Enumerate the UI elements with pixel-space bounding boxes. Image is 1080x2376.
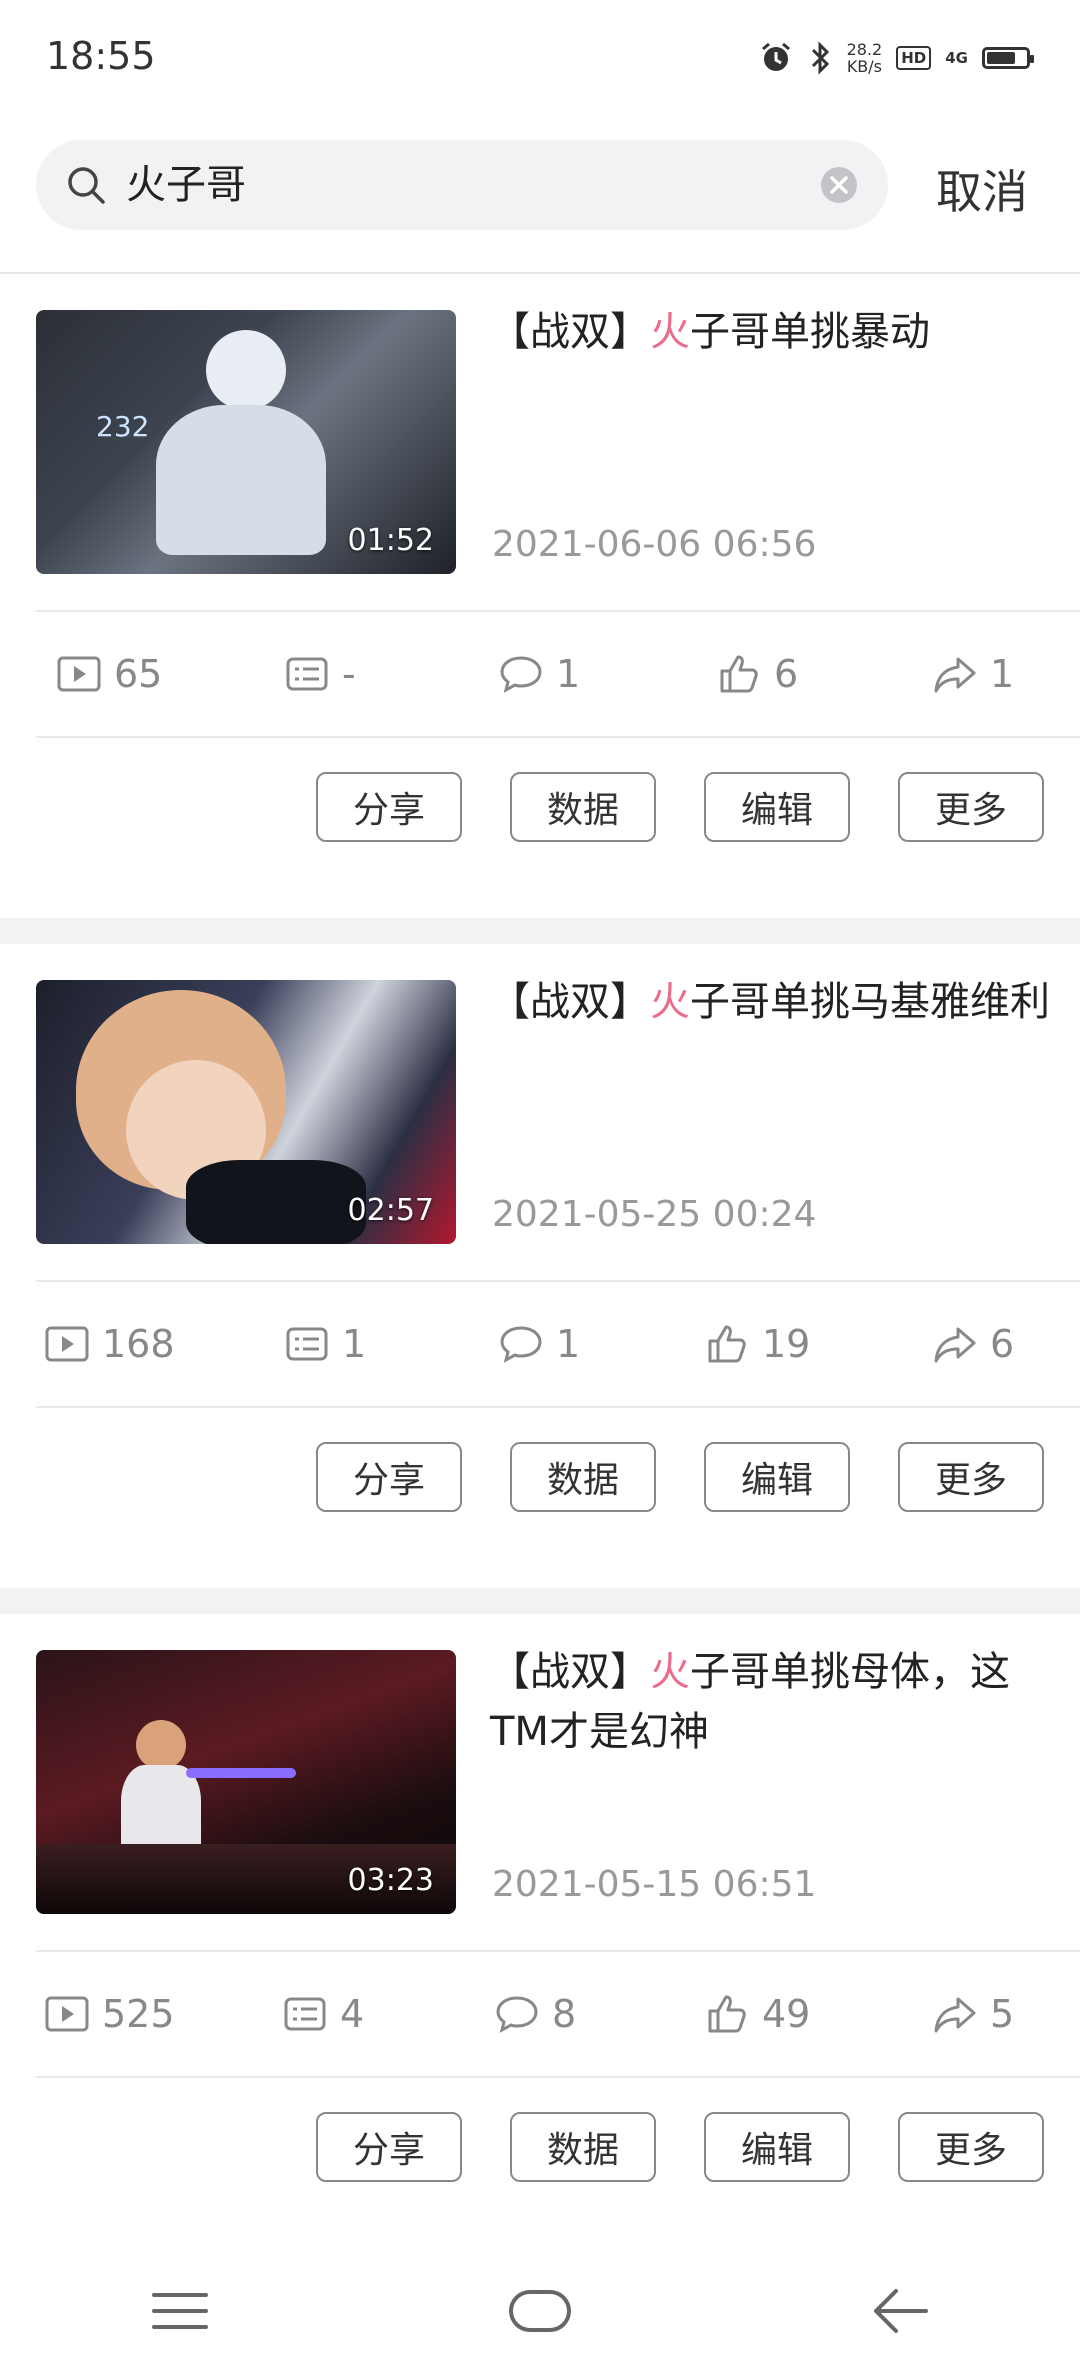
home-button[interactable]	[480, 2271, 600, 2351]
menu-button[interactable]	[120, 2271, 240, 2351]
cancel-button[interactable]: 取消	[936, 156, 1028, 222]
search-query[interactable]: 火子哥	[126, 160, 246, 210]
like-count: 19	[704, 1282, 810, 1406]
more-button[interactable]: 更多	[898, 772, 1044, 842]
share-button[interactable]: 分享	[316, 1442, 462, 1512]
video-stats: 168 1 1 19 6	[36, 1282, 1044, 1406]
video-actions: 分享 数据 编辑 更多	[316, 1442, 1044, 1512]
like-icon	[708, 1995, 746, 2033]
video-card[interactable]: 02:57 【战双】火子哥单挑马基雅维利 2021-05-25 00:24 16…	[0, 944, 1080, 1588]
play-count: 525	[44, 1952, 175, 2076]
video-title[interactable]: 【战双】火子哥单挑暴动	[490, 302, 1050, 362]
signal-4g: 4G	[945, 49, 968, 67]
divider	[36, 1406, 1080, 1408]
video-actions: 分享 数据 编辑 更多	[316, 772, 1044, 842]
edit-button[interactable]: 编辑	[704, 1442, 850, 1512]
danmaku-count: -	[284, 612, 356, 736]
video-thumbnail[interactable]: 02:57	[36, 980, 456, 1244]
comment-count: 1	[498, 1282, 580, 1406]
alarm-icon	[761, 42, 790, 71]
data-button[interactable]: 数据	[510, 1442, 656, 1512]
video-stats: 65 - 1 6 1	[36, 612, 1044, 736]
share-button[interactable]: 分享	[316, 772, 462, 842]
divider	[36, 2076, 1080, 2078]
danmaku-icon	[286, 1327, 328, 1361]
comment-icon	[496, 1996, 538, 2033]
search-icon	[68, 167, 105, 204]
edit-button[interactable]: 编辑	[704, 2112, 850, 2182]
menu-icon	[152, 2293, 208, 2329]
comment-count: 1	[498, 612, 580, 736]
video-stats: 525 4 8 49 5	[36, 1952, 1044, 2076]
share-icon	[934, 1997, 976, 2033]
share-count: 6	[932, 1282, 1014, 1406]
battery-icon	[982, 47, 1034, 69]
like-icon	[720, 655, 758, 693]
share-icon	[934, 657, 976, 693]
video-date: 2021-06-06 06:56	[492, 524, 817, 565]
system-nav-bar	[0, 2246, 1080, 2376]
play-icon	[45, 1326, 89, 1362]
card-separator	[0, 1588, 1080, 1614]
video-date: 2021-05-15 06:51	[492, 1864, 817, 1905]
danmaku-icon	[284, 1997, 326, 2031]
video-actions: 分享 数据 编辑 更多	[316, 2112, 1044, 2182]
danmaku-icon	[286, 657, 328, 691]
edit-button[interactable]: 编辑	[704, 772, 850, 842]
video-title[interactable]: 【战双】火子哥单挑马基雅维利	[490, 972, 1050, 1032]
search-input[interactable]: 火子哥	[36, 140, 888, 230]
video-thumbnail[interactable]: 03:23	[36, 1650, 456, 1914]
back-button[interactable]	[840, 2271, 960, 2351]
video-thumbnail[interactable]: 232 01:52	[36, 310, 456, 574]
play-icon	[45, 1996, 89, 2032]
data-button[interactable]: 数据	[510, 2112, 656, 2182]
divider	[36, 736, 1080, 738]
video-duration: 02:57	[347, 1193, 434, 1228]
home-icon	[509, 2290, 571, 2332]
back-icon	[874, 2289, 928, 2333]
status-time: 18:55	[46, 34, 156, 78]
comment-icon	[500, 656, 542, 693]
search-header: 火子哥 取消	[0, 116, 1080, 274]
share-count: 5	[932, 1952, 1014, 2076]
status-bar: 18:55 28.2 KB/s HD 4G	[0, 0, 1080, 116]
video-card[interactable]: 232 01:52 【战双】火子哥单挑暴动 2021-06-06 06:56 6…	[0, 274, 1080, 918]
comment-count: 8	[494, 1952, 576, 2076]
like-icon	[708, 1325, 746, 1363]
like-count: 49	[704, 1952, 810, 2076]
share-count: 1	[932, 612, 1014, 736]
status-icons: 28.2 KB/s HD 4G	[759, 38, 1034, 78]
danmaku-count: 1	[284, 1282, 366, 1406]
play-icon	[57, 656, 101, 692]
play-count: 65	[56, 612, 162, 736]
danmaku-count: 4	[282, 1952, 364, 2076]
clear-icon[interactable]	[820, 166, 858, 204]
more-button[interactable]: 更多	[898, 2112, 1044, 2182]
share-button[interactable]: 分享	[316, 2112, 462, 2182]
card-separator	[0, 918, 1080, 944]
video-date: 2021-05-25 00:24	[492, 1194, 817, 1235]
video-duration: 01:52	[347, 523, 434, 558]
video-duration: 03:23	[347, 1863, 434, 1898]
data-button[interactable]: 数据	[510, 772, 656, 842]
like-count: 6	[716, 612, 798, 736]
comment-icon	[500, 1326, 542, 1363]
video-title[interactable]: 【战双】火子哥单挑母体，这TM才是幻神	[490, 1642, 1050, 1762]
bluetooth-icon	[811, 41, 829, 75]
hd-badge: HD	[896, 46, 932, 70]
play-count: 168	[44, 1282, 175, 1406]
net-speed: 28.2 KB/s	[846, 40, 883, 76]
video-list: 232 01:52 【战双】火子哥单挑暴动 2021-06-06 06:56 6…	[0, 274, 1080, 2360]
video-card[interactable]: 03:23 【战双】火子哥单挑母体，这TM才是幻神 2021-05-15 06:…	[0, 1614, 1080, 2258]
more-button[interactable]: 更多	[898, 1442, 1044, 1512]
share-icon	[934, 1327, 976, 1363]
